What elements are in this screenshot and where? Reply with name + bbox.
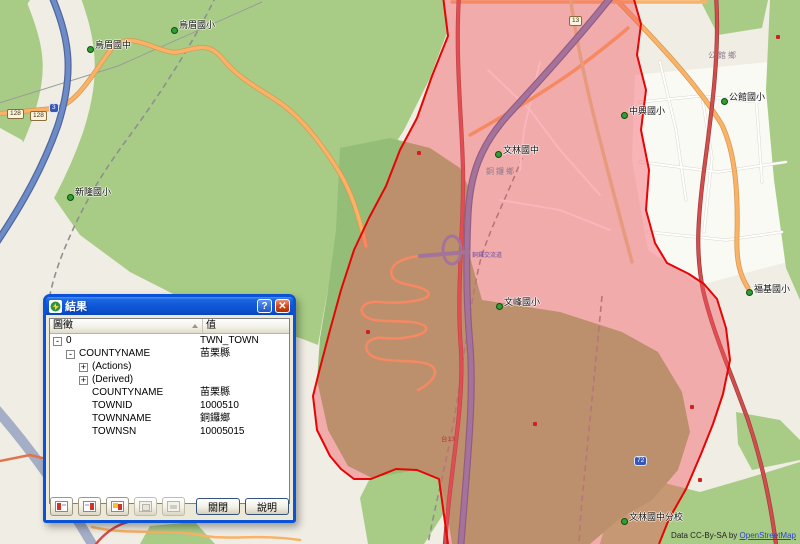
print-button[interactable] <box>162 497 185 516</box>
sort-indicator <box>192 324 198 328</box>
feature-value: 苗栗縣 <box>200 386 230 399</box>
dialog-button-row: 關閉 說明 <box>50 497 289 516</box>
table-row[interactable]: -COUNTYNAME 苗栗縣 <box>50 347 289 360</box>
table-row[interactable]: TOWNSN 10005015 <box>50 425 289 438</box>
expand-new-results-button[interactable] <box>106 497 129 516</box>
feature-name: 0 <box>66 335 72 346</box>
feature-name: TOWNNAME <box>92 413 151 424</box>
results-toolbar <box>50 497 185 516</box>
print-icon <box>167 501 180 512</box>
window-client-area: 圖徵 值 -0TWN_TOWN-COUNTYNAME苗栗縣+(Actions)+… <box>46 315 293 520</box>
expand-tree-icon <box>55 501 68 512</box>
window-help-button[interactable]: ? <box>257 299 272 313</box>
collapse-tree-button[interactable] <box>78 497 101 516</box>
results-table[interactable]: 圖徵 值 -0TWN_TOWN-COUNTYNAME苗栗縣+(Actions)+… <box>49 318 290 504</box>
copy-feature-icon <box>139 501 152 512</box>
table-row[interactable]: TOWNNAME 銅鑼鄉 <box>50 412 289 425</box>
table-body: -0TWN_TOWN-COUNTYNAME苗栗縣+(Actions)+(Deri… <box>50 334 289 438</box>
column-header-value[interactable]: 值 <box>203 319 289 333</box>
feature-value: TWN_TOWN <box>200 334 259 347</box>
map-attribution: Data CC-By-SA by OpenStreetMap <box>671 531 796 540</box>
table-row[interactable]: TOWNID 1000510 <box>50 399 289 412</box>
qgis-icon <box>49 300 62 313</box>
copy-feature-button[interactable] <box>134 497 157 516</box>
application-window: 銅鑼交流道 Data CC-By-SA by OpenStreetMap 烏眉國… <box>0 0 800 544</box>
identify-results-window: 結果 ? ✕ 圖徵 值 -0TWN_TOWN-COUNTYNAME苗栗縣+(Ac… <box>43 294 296 523</box>
help-dialog-button[interactable]: 說明 <box>245 498 289 515</box>
feature-name: COUNTYNAME <box>92 387 163 398</box>
feature-name: TOWNSN <box>92 426 136 437</box>
table-row[interactable]: + (Derived) <box>50 373 289 386</box>
expand-tree-button[interactable] <box>50 497 73 516</box>
feature-value: 10005015 <box>200 425 245 438</box>
feature-name: COUNTYNAME <box>79 348 150 359</box>
table-row[interactable]: + (Actions) <box>50 360 289 373</box>
feature-name: (Derived) <box>92 374 133 385</box>
feature-value: 銅鑼鄉 <box>200 412 230 425</box>
tree-expand-toggle[interactable]: + <box>79 376 88 385</box>
window-close-button[interactable]: ✕ <box>275 299 290 313</box>
window-title: 結果 <box>65 298 254 314</box>
tree-collapse-toggle[interactable]: - <box>66 350 75 359</box>
table-header[interactable]: 圖徵 值 <box>50 319 289 334</box>
close-dialog-button[interactable]: 關閉 <box>196 498 240 515</box>
feature-name: (Actions) <box>92 361 131 372</box>
tree-expand-toggle[interactable]: + <box>79 363 88 372</box>
openstreetmap-link[interactable]: OpenStreetMap <box>740 531 796 540</box>
feature-value: 苗栗縣 <box>200 347 230 360</box>
table-row[interactable]: -0 TWN_TOWN <box>50 334 289 347</box>
tree-collapse-toggle[interactable]: - <box>53 337 62 346</box>
window-titlebar[interactable]: 結果 ? ✕ <box>46 297 293 315</box>
table-row[interactable]: COUNTYNAME 苗栗縣 <box>50 386 289 399</box>
feature-value: 1000510 <box>200 399 239 412</box>
column-header-feature[interactable]: 圖徵 <box>50 319 203 333</box>
expand-new-results-icon <box>111 501 124 512</box>
feature-name: TOWNID <box>92 400 132 411</box>
attribution-text: Data CC-By-SA by <box>671 531 739 540</box>
collapse-tree-icon <box>83 501 96 512</box>
